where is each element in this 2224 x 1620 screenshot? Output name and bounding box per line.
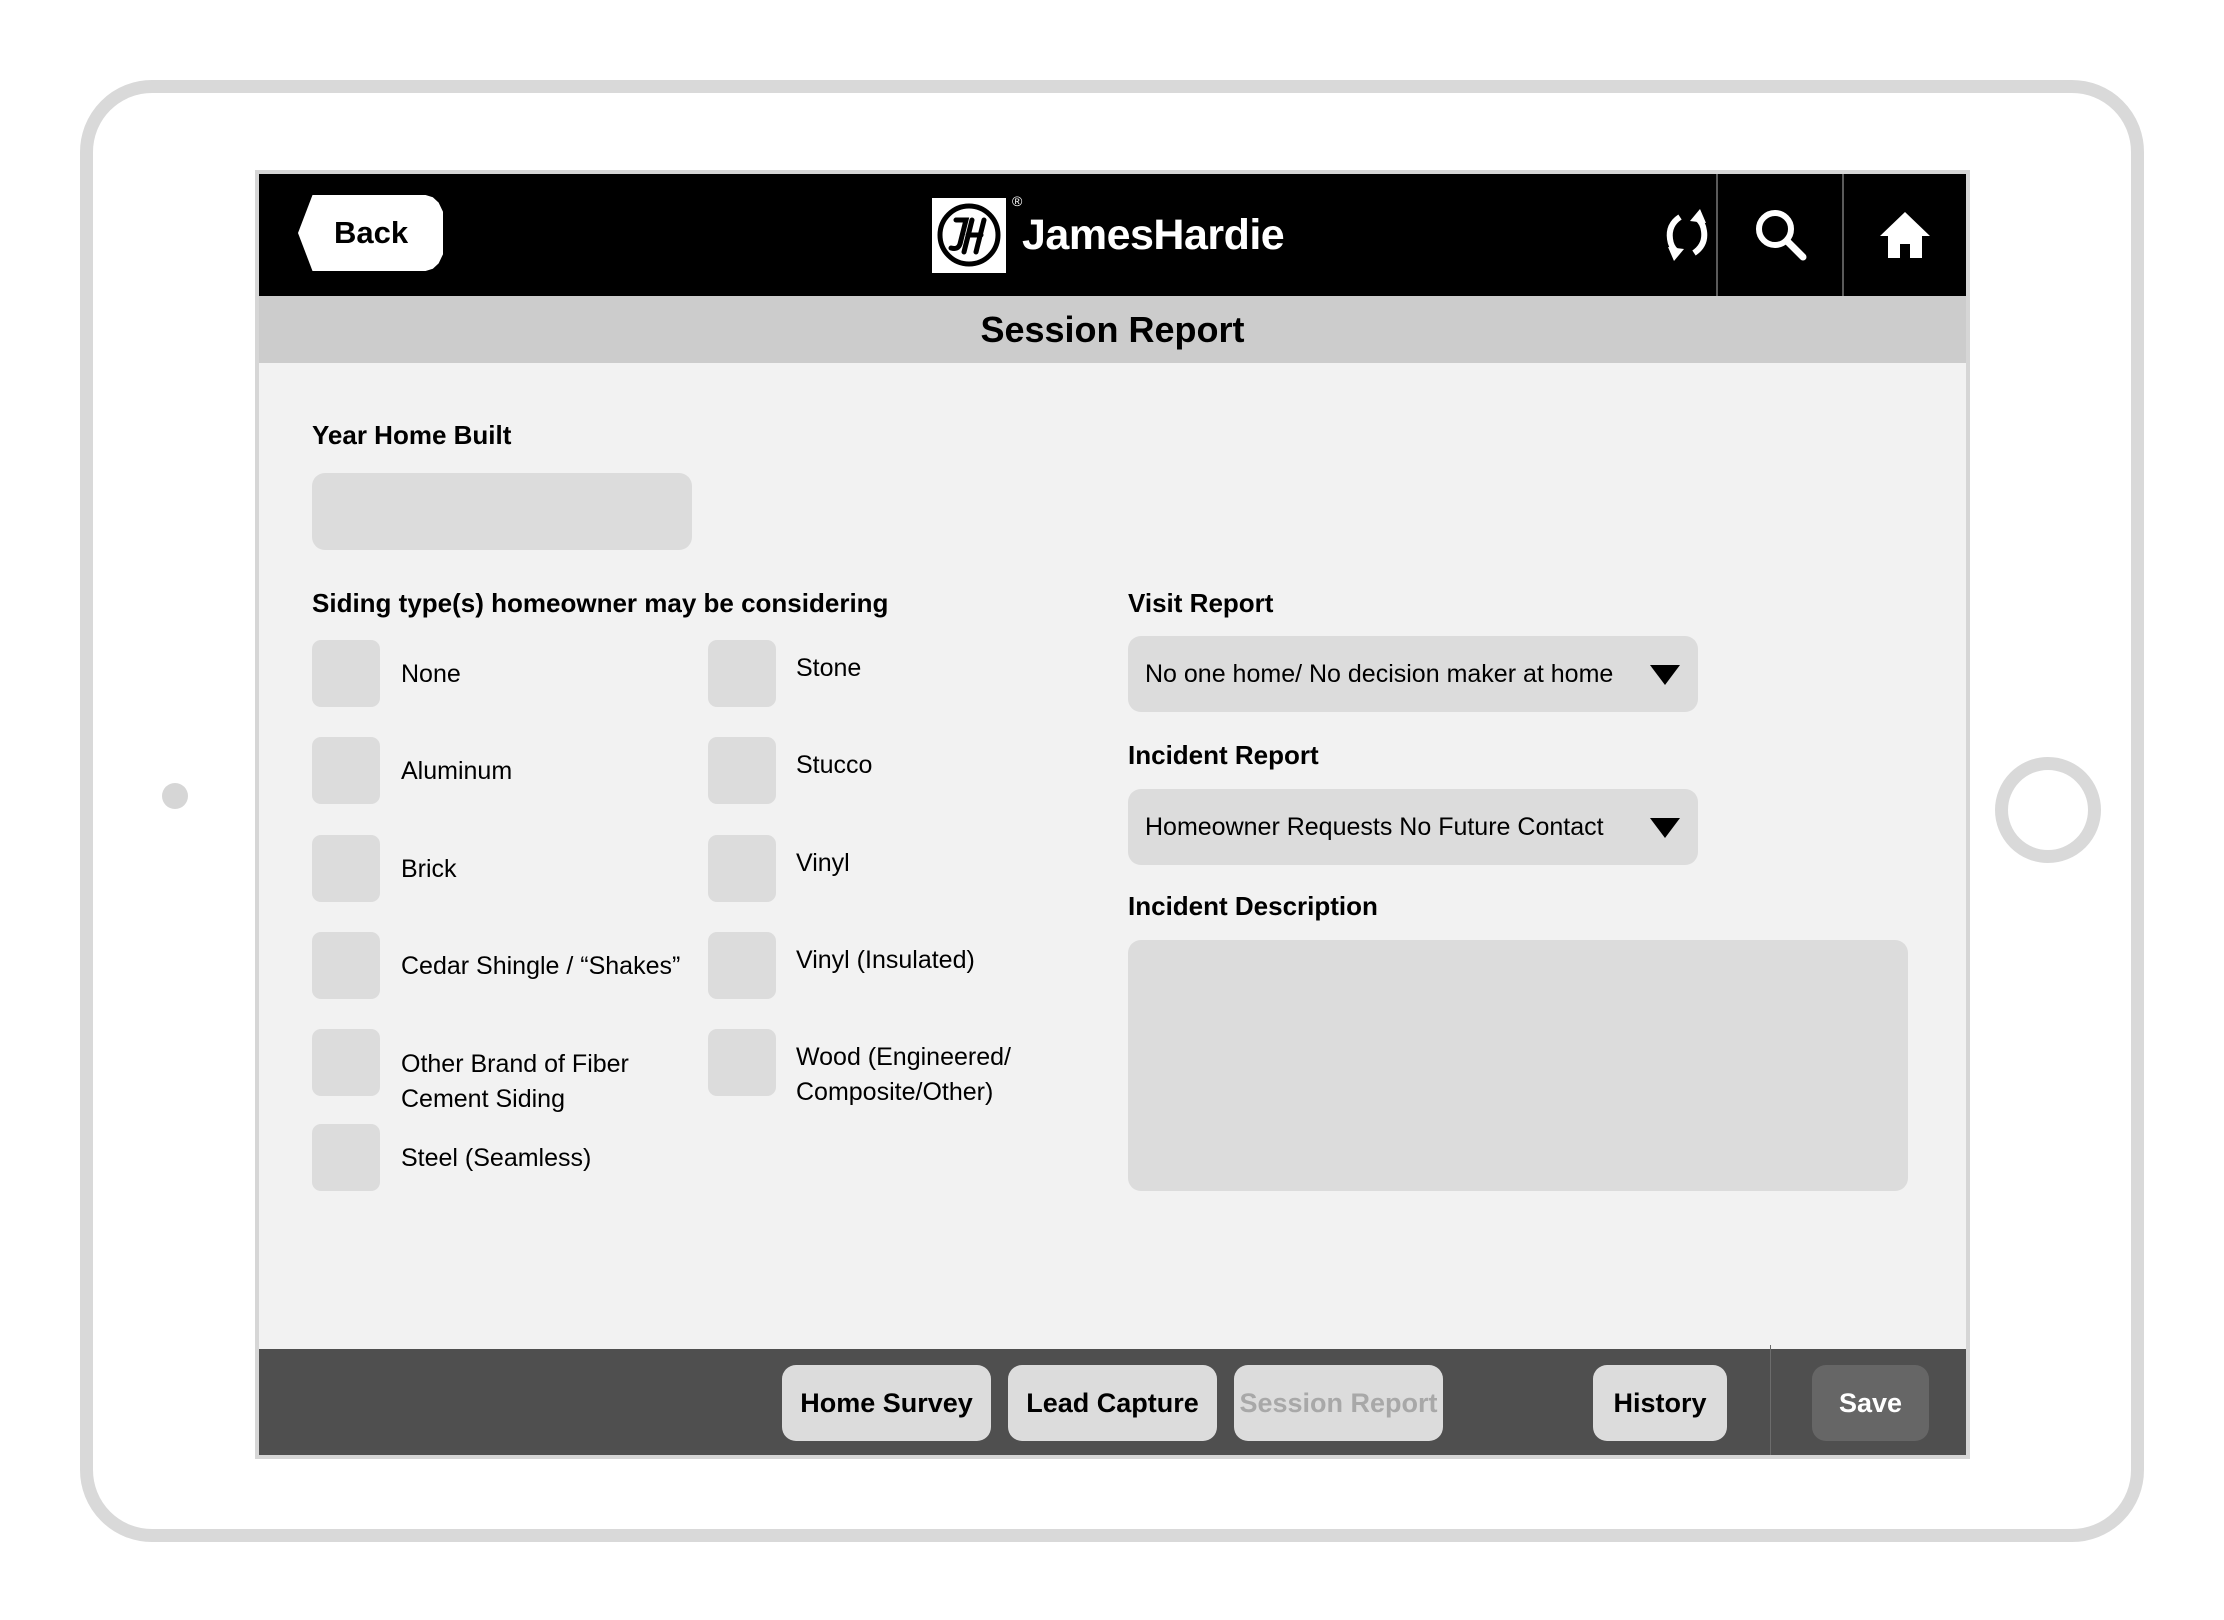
checkbox-label: Vinyl: [796, 849, 850, 877]
checkbox-label: Stone: [796, 654, 862, 682]
checkbox-none[interactable]: [312, 640, 380, 707]
bottom-nav-bar: Home Survey Lead Capture Session Report …: [259, 1345, 1966, 1455]
checkbox-label: Steel (Seamless): [401, 1144, 592, 1172]
checkbox-vinyl[interactable]: [708, 835, 776, 902]
sync-button[interactable]: [1654, 174, 1720, 296]
checkbox-brick[interactable]: [312, 835, 380, 902]
checkbox-cedar-shingle[interactable]: [312, 932, 380, 999]
year-home-built-label: Year Home Built: [312, 420, 512, 450]
registered-mark: ®: [1012, 193, 1023, 209]
checkbox-label: Stucco: [796, 751, 873, 779]
search-button[interactable]: [1718, 174, 1843, 296]
checkbox-wood[interactable]: [708, 1029, 776, 1096]
history-button[interactable]: History: [1593, 1365, 1727, 1441]
search-icon: [1755, 210, 1806, 261]
checkbox-stone[interactable]: [708, 640, 776, 707]
chevron-down-icon: [1650, 665, 1680, 685]
checkbox-label: Cedar Shingle / “Shakes”: [401, 952, 681, 980]
checkbox-stucco[interactable]: [708, 737, 776, 804]
page-title: Session Report: [259, 296, 1966, 363]
device-home-button[interactable]: [1995, 757, 2101, 863]
checkbox-label: Other Brand of Fiber Cement Siding: [401, 1050, 629, 1113]
chevron-down-icon: [1650, 818, 1680, 838]
tab-lead-capture[interactable]: Lead Capture: [1008, 1365, 1217, 1441]
brand-logo: ® JamesHardie: [932, 193, 1285, 273]
checkbox-label: Aluminum: [401, 757, 513, 785]
home-button[interactable]: [1844, 174, 1966, 296]
checkbox-label: Brick: [401, 855, 457, 883]
front-camera: [162, 783, 188, 809]
checkbox-label: None: [401, 660, 461, 688]
checkbox-vinyl-insulated[interactable]: [708, 932, 776, 999]
home-icon: [1880, 212, 1930, 258]
incident-description-label: Incident Description: [1128, 891, 1378, 921]
visit-report-select[interactable]: No one home/ No decision maker at home: [1128, 636, 1698, 712]
back-button-label: Back: [334, 215, 409, 250]
incident-report-select[interactable]: Homeowner Requests No Future Contact: [1128, 789, 1698, 865]
tab-home-survey[interactable]: Home Survey: [782, 1365, 991, 1441]
app-header: Back ® JamesHardie: [259, 174, 1966, 296]
checkbox-label: Vinyl (Insulated): [796, 946, 975, 974]
year-home-built-input[interactable]: [312, 473, 692, 550]
brand-name: JamesHardie: [1022, 210, 1285, 259]
back-button[interactable]: Back: [298, 195, 443, 271]
siding-type-label: Siding type(s) homeowner may be consider…: [312, 588, 889, 618]
checkbox-steel-seamless[interactable]: [312, 1124, 380, 1191]
checkbox-other-fiber-cement[interactable]: [312, 1029, 380, 1096]
tab-session-report[interactable]: Session Report: [1234, 1365, 1443, 1441]
incident-report-value: Homeowner Requests No Future Contact: [1145, 813, 1604, 841]
visit-report-value: No one home/ No decision maker at home: [1145, 660, 1614, 688]
bottom-bar-divider: [1770, 1345, 1771, 1455]
incident-description-textarea[interactable]: [1128, 940, 1908, 1191]
checkbox-label: Wood (Engineered/ Composite/Other): [796, 1043, 1011, 1106]
save-button[interactable]: Save: [1812, 1365, 1929, 1441]
sync-icon: [1666, 209, 1708, 261]
app-screen: Back ® JamesHardie Session Report Year H…: [255, 170, 1970, 1459]
visit-report-label: Visit Report: [1128, 588, 1274, 618]
incident-report-label: Incident Report: [1128, 740, 1319, 770]
jh-logo-icon: [932, 197, 1006, 273]
checkbox-aluminum[interactable]: [312, 737, 380, 804]
